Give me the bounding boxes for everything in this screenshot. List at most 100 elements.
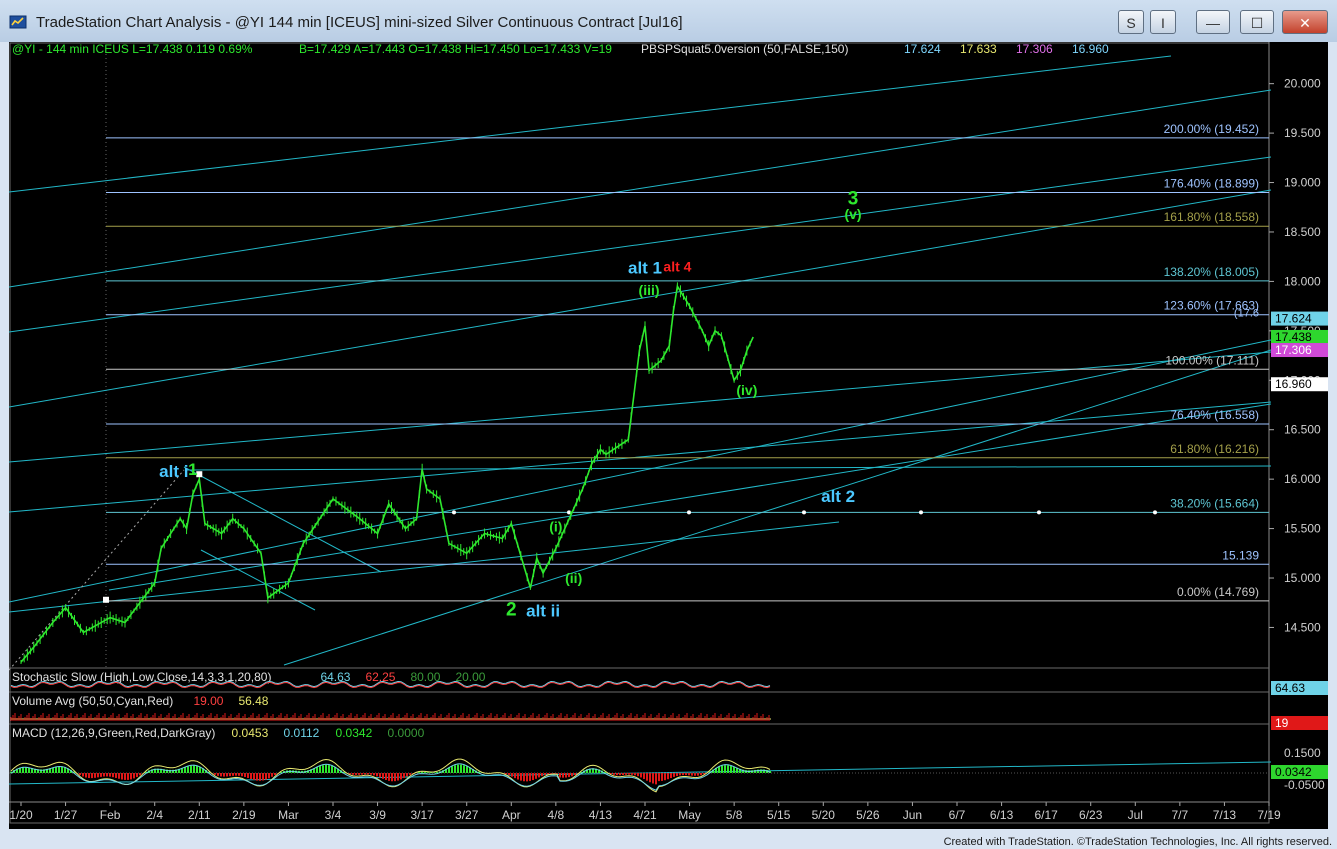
trend-channel-line [9, 156, 1272, 333]
panel-value: 19.00 [193, 694, 223, 708]
date-axis-label: 5/26 [856, 808, 880, 822]
tradestation-app-icon [9, 15, 27, 29]
price-axis-tick-label: 16.000 [1284, 472, 1321, 486]
panel-value: 0.0453 [232, 726, 269, 740]
indicator-value: 17.306 [1016, 42, 1053, 56]
wave-label: (v) [844, 206, 861, 222]
price-axis-tick-label: 20.000 [1284, 77, 1321, 91]
date-axis-label: 7/19 [1257, 808, 1281, 822]
date-axis-label: 7/13 [1213, 808, 1237, 822]
window-title: TradeStation Chart Analysis - @YI 144 mi… [36, 14, 683, 31]
chart-canvas[interactable]: 200.00% (19.452) 176.40% (18.899) 161.80% … [9, 42, 1328, 829]
fib-level-label: 100.00% (17.111) [1165, 353, 1259, 367]
trend-channel-line [9, 339, 1272, 603]
macd-axis-tick-label: -0.0500 [1284, 778, 1325, 792]
macd-axis-tick-label: 0.1500 [1284, 746, 1321, 760]
fib-level-label: 176.40% (18.899) [1164, 177, 1259, 191]
wave-label: 2 [506, 600, 517, 621]
trend-channel-line [9, 521, 840, 613]
wave-label: (ii) [565, 570, 582, 586]
fib-level-label: 61.80% (16.216) [1170, 442, 1259, 456]
price-axis-tick-label: 15.500 [1284, 522, 1321, 536]
date-axis-label: 3/17 [410, 808, 434, 822]
date-axis-label: 6/23 [1079, 808, 1103, 822]
close-button[interactable]: ✕ [1282, 10, 1328, 34]
fib-level-label: 0.00% (14.769) [1177, 585, 1259, 599]
copyright-footer: Created with TradeStation. ©TradeStation… [943, 836, 1332, 848]
date-axis-label: Jul [1128, 808, 1143, 822]
panel-value: 0.0000 [388, 726, 425, 740]
date-axis-label: 3/4 [325, 808, 342, 822]
fib-ghost-label: (17.6 [1234, 308, 1259, 320]
date-axis-label: 1/20 [9, 808, 33, 822]
indicator-value: 17.633 [960, 42, 997, 56]
price-value-badge-text: 17.624 [1275, 312, 1312, 326]
fib-dot-marker [802, 510, 806, 515]
trend-channel-line [186, 465, 1272, 471]
window-titlebar: TradeStation Chart Analysis - @YI 144 mi… [0, 0, 1337, 42]
date-axis-label: 4/8 [548, 808, 565, 822]
panel-label: MACD (12,26,9,Green,Red,DarkGray) [12, 726, 215, 740]
date-axis-label: 4/21 [633, 808, 657, 822]
wave-label: alt 4 [663, 259, 691, 275]
wave-label: (i) [549, 519, 562, 535]
pivot-marker [103, 596, 109, 603]
fib-level-label: 200.00% (19.452) [1164, 122, 1259, 136]
price-value-badge-text: 17.306 [1275, 343, 1312, 357]
date-axis-label: 6/13 [990, 808, 1014, 822]
price-axis-tick-label: 18.500 [1284, 225, 1321, 239]
panel-value-badge-text: 64.63 [1275, 681, 1305, 695]
strategy-s-button[interactable]: S [1118, 10, 1144, 34]
minimize-button[interactable]: — [1196, 10, 1230, 34]
trend-channel-line [9, 401, 1272, 513]
trend-channel-line [9, 189, 1272, 408]
trend-channel-line [9, 351, 1272, 463]
indicator-value: 17.624 [904, 42, 941, 56]
chart-area[interactable]: 200.00% (19.452) 176.40% (18.899) 161.80% … [9, 42, 1328, 829]
panel-value: 0.0112 [284, 726, 320, 740]
price-axis-tick-label: 18.000 [1284, 274, 1321, 288]
indicator-value: 16.960 [1072, 42, 1109, 56]
wave-label: (iv) [736, 382, 757, 398]
maximize-button[interactable]: ☐ [1240, 10, 1274, 34]
fib-dot-marker [452, 510, 456, 515]
price-value-badge-text: 17.438 [1275, 330, 1312, 344]
wave-label: alt ii [526, 602, 560, 621]
date-axis-label: 6/7 [949, 808, 966, 822]
price-axis-tick-label: 16.500 [1284, 423, 1321, 437]
date-axis-label: 2/4 [146, 808, 163, 822]
wave-label: alt 2 [821, 487, 855, 506]
trend-channel-line [9, 55, 1172, 193]
price-axis-tick-label: 15.000 [1284, 571, 1321, 585]
panel-value-badge-text: 19 [1275, 716, 1289, 730]
fib-level-label: 161.80% (18.558) [1164, 210, 1259, 224]
fib-level-label: 138.20% (18.005) [1164, 265, 1259, 279]
trend-channel-line [108, 403, 1272, 591]
panel-label: Volume Avg (50,50,Cyan,Red) [12, 694, 173, 708]
date-axis-label: 2/19 [232, 808, 256, 822]
date-axis-label: Feb [100, 808, 121, 822]
date-axis-label: 7/7 [1172, 808, 1189, 822]
date-axis-label: May [678, 808, 701, 822]
date-axis-label: Apr [502, 808, 521, 822]
panel-value: 56.48 [238, 694, 268, 708]
panel-value-badge-text: 0.0342 [1275, 765, 1312, 779]
date-axis-label: Mar [278, 808, 299, 822]
fib-dot-marker [919, 510, 923, 515]
fib-level-label: 76.40% (16.558) [1170, 408, 1259, 422]
wave-label: alt 1 [628, 258, 662, 277]
panel-value: 0.0342 [336, 726, 373, 740]
fib-level-label: 38.20% (15.664) [1170, 496, 1259, 510]
price-axis-tick-label: 19.000 [1284, 176, 1321, 190]
indicator-i-button[interactable]: I [1150, 10, 1176, 34]
date-axis-label: Jun [903, 808, 922, 822]
fib-dot-marker [1153, 510, 1157, 515]
fib-level-label: 15.139 [1222, 548, 1259, 562]
date-axis-label: 5/20 [812, 808, 836, 822]
date-axis-label: 3/9 [369, 808, 386, 822]
date-axis-label: 5/15 [767, 808, 791, 822]
symbol-quote-line: @YI - 144 min ICEUS L=17.438 0.119 0.69% [12, 42, 253, 56]
indicator-name: PBSPSquat5.0version (50,FALSE,150) [641, 42, 848, 56]
ohlc-line: B=17.429 A=17.443 O=17.438 Hi=17.450 Lo=… [299, 42, 612, 56]
fib-dot-marker [1037, 510, 1041, 515]
